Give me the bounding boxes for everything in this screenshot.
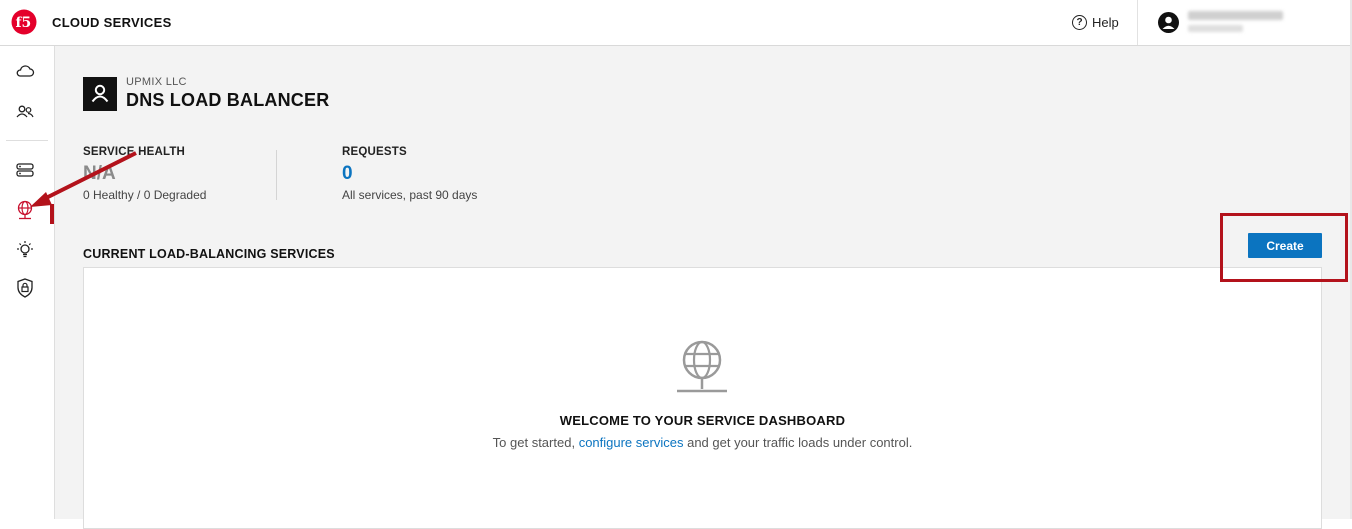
app-title: CLOUD SERVICES — [52, 15, 172, 30]
configure-services-link[interactable]: configure services — [579, 435, 684, 450]
service-health-sub: 0 Healthy / 0 Degraded — [83, 188, 207, 202]
service-icon — [83, 77, 117, 111]
services-section-title: CURRENT LOAD-BALANCING SERVICES — [83, 247, 335, 261]
cloud-icon[interactable] — [14, 60, 36, 82]
requests-value: 0 — [342, 163, 353, 184]
sidebar-divider — [6, 140, 48, 141]
users-icon[interactable] — [14, 101, 36, 123]
sidebar — [0, 46, 55, 519]
stats-divider — [276, 150, 277, 200]
user-name-blurred[interactable] — [1188, 11, 1283, 20]
help-icon: ? — [1072, 15, 1087, 30]
create-highlight-box — [1220, 213, 1348, 282]
globe-icon — [677, 340, 727, 393]
person-icon — [91, 84, 109, 103]
globe-icon[interactable] — [14, 199, 36, 221]
service-health-label: SERVICE HEALTH — [83, 146, 186, 158]
f5-logo[interactable]: f5 — [11, 9, 37, 35]
service-health-value: N/A — [83, 163, 116, 184]
welcome-text-before: To get started, — [492, 435, 576, 450]
services-panel: WELCOME TO YOUR SERVICE DASHBOARD To get… — [83, 267, 1322, 529]
user-org-blurred — [1188, 25, 1243, 32]
welcome-title: WELCOME TO YOUR SERVICE DASHBOARD — [559, 413, 846, 428]
shield-lock-icon[interactable] — [14, 277, 36, 299]
welcome-text: To get started, configure services and g… — [84, 435, 1321, 450]
bulb-icon[interactable] — [14, 239, 36, 261]
requests-sub: All services, past 90 days — [342, 188, 478, 202]
server-icon[interactable] — [14, 159, 36, 181]
requests-label: REQUESTS — [342, 146, 407, 158]
welcome-text-after: and get your traffic loads under control… — [687, 435, 913, 450]
page-title: DNS LOAD BALANCER — [126, 90, 330, 110]
header-divider — [1137, 0, 1138, 45]
user-avatar[interactable] — [1158, 12, 1179, 33]
org-name: UPMIX LLC — [126, 76, 187, 88]
help-link[interactable]: ? Help — [1072, 15, 1119, 30]
svg-text:f5: f5 — [16, 15, 32, 31]
top-bar: f5 CLOUD SERVICES ? Help — [0, 0, 1352, 46]
user-icon — [1162, 16, 1175, 29]
main-content: UPMIX LLC DNS LOAD BALANCER SERVICE HEAL… — [55, 46, 1350, 529]
help-label: Help — [1092, 15, 1119, 30]
